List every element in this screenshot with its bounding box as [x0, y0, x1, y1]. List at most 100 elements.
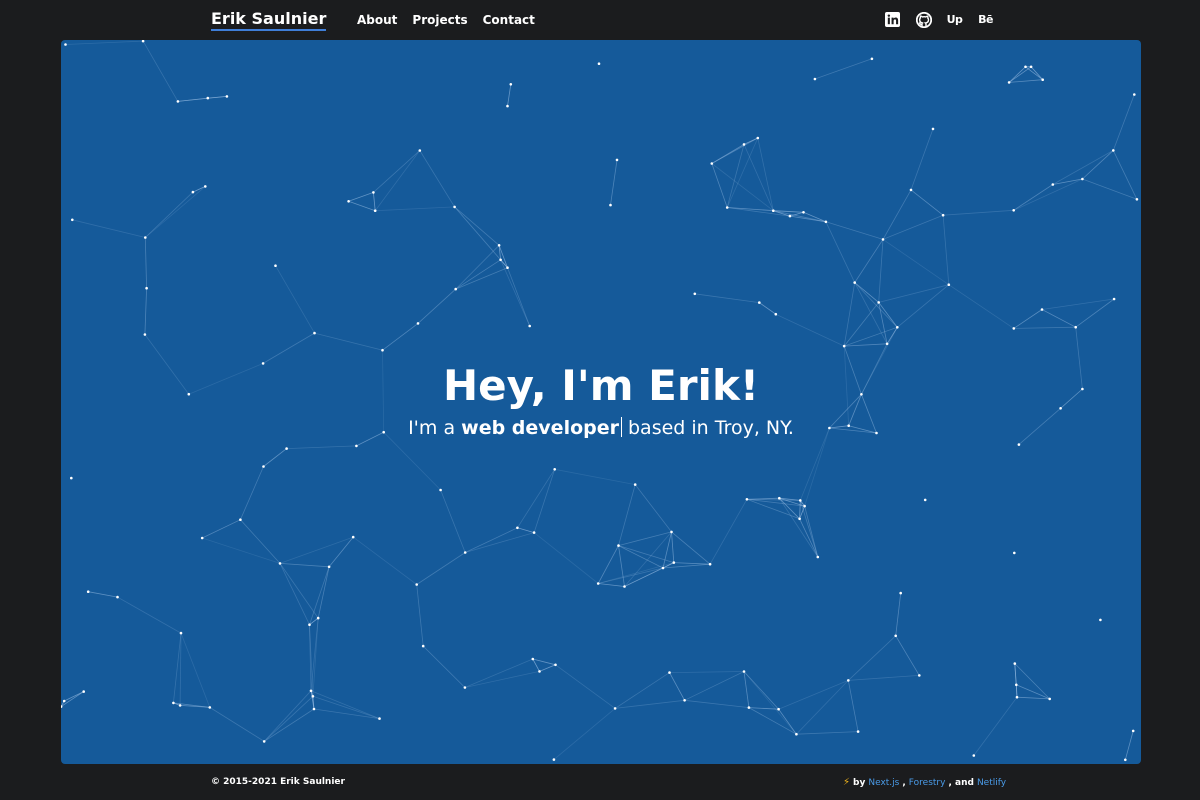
network-line [684, 671, 745, 701]
network-node [661, 566, 665, 570]
network-node [778, 496, 781, 500]
network-node [597, 62, 601, 65]
network-line [634, 484, 672, 533]
network-node [191, 190, 195, 194]
network-node [756, 136, 760, 140]
network-line [507, 84, 512, 107]
network-line [848, 675, 920, 681]
behance-icon[interactable]: Bē [977, 11, 994, 28]
network-node [788, 214, 792, 218]
network-line [286, 445, 357, 449]
network-line [454, 206, 501, 261]
network-node [64, 43, 67, 46]
github-icon[interactable] [915, 11, 932, 28]
network-line [263, 708, 315, 742]
network-line [684, 699, 749, 708]
nextjs-link[interactable]: Next.js [868, 778, 899, 788]
network-line [554, 468, 636, 485]
upwork-icon[interactable]: Up [946, 11, 963, 28]
network-line [748, 707, 797, 735]
network-node [1029, 65, 1033, 69]
network-line [598, 583, 625, 587]
network-node [62, 699, 66, 703]
network-line [727, 207, 790, 217]
network-node [421, 644, 425, 648]
nav-about-link[interactable]: About [357, 12, 397, 28]
network-line [709, 499, 748, 565]
network-line [973, 696, 1018, 756]
network-node [802, 211, 805, 214]
network-line [1124, 730, 1134, 760]
network-node [1048, 697, 1051, 701]
network-node [1074, 325, 1077, 329]
network-node [200, 536, 204, 540]
network-line [348, 192, 374, 202]
hero-title: Hey, I'm Erik! [442, 361, 760, 410]
linkedin-icon[interactable] [884, 11, 901, 28]
network-line [854, 282, 898, 328]
social-links: Up Bē [884, 11, 994, 28]
network-line [847, 680, 859, 732]
network-node [633, 483, 637, 486]
netlify-link[interactable]: Netlify [977, 778, 1006, 788]
network-line [533, 469, 556, 533]
network-node [813, 77, 817, 81]
network-line [743, 671, 797, 735]
network-line [455, 245, 500, 290]
nav-projects-link[interactable]: Projects [412, 12, 467, 28]
nav-contact-link[interactable]: Contact [483, 12, 535, 28]
footer-copyright: © 2015-2021 Erik Saulnier [211, 777, 345, 787]
brand-link[interactable]: Erik Saulnier [211, 9, 327, 31]
network-node [847, 679, 850, 682]
network-node [747, 706, 751, 709]
network-node [381, 348, 384, 352]
forestry-link[interactable]: Forestry [909, 778, 946, 788]
network-line [610, 159, 618, 206]
network-line [348, 200, 376, 212]
network-line [618, 531, 672, 546]
network-line [844, 326, 898, 347]
network-line [789, 215, 826, 223]
network-line [500, 259, 531, 327]
network-node [239, 518, 242, 521]
network-node [623, 585, 626, 588]
network-node [312, 707, 316, 711]
network-node [538, 670, 541, 673]
network-node [745, 498, 749, 501]
hero-subtitle: I'm a web developer based in Troy, NY. [61, 414, 1141, 442]
network-line [202, 519, 241, 539]
network-node [710, 162, 714, 165]
network-node [772, 209, 775, 212]
network-node [528, 324, 531, 328]
network-node [351, 535, 355, 539]
network-line [313, 708, 380, 719]
network-line [796, 731, 859, 735]
network-line [895, 635, 920, 676]
network-node [1015, 695, 1019, 699]
network-line [279, 563, 310, 625]
network-line [854, 282, 888, 344]
network-node [311, 695, 315, 698]
network-node [373, 209, 377, 212]
subtitle-role: web developer [461, 417, 619, 439]
network-node [553, 468, 556, 471]
network-line [240, 466, 264, 520]
network-node [816, 555, 820, 559]
network-line [1013, 326, 1076, 329]
network-node [416, 322, 420, 325]
network-line [1014, 663, 1018, 698]
network-node [1112, 149, 1115, 152]
network-node [617, 544, 620, 547]
network-line [943, 209, 1014, 216]
network-line [1016, 696, 1050, 700]
network-line [804, 505, 819, 558]
network-node [842, 344, 846, 348]
network-node [145, 286, 148, 290]
network-line [373, 192, 376, 211]
network-node [463, 686, 467, 689]
network-line [374, 150, 421, 211]
network-line [539, 664, 556, 672]
network-node [82, 690, 85, 693]
network-node [853, 281, 856, 284]
network-line [895, 593, 902, 636]
